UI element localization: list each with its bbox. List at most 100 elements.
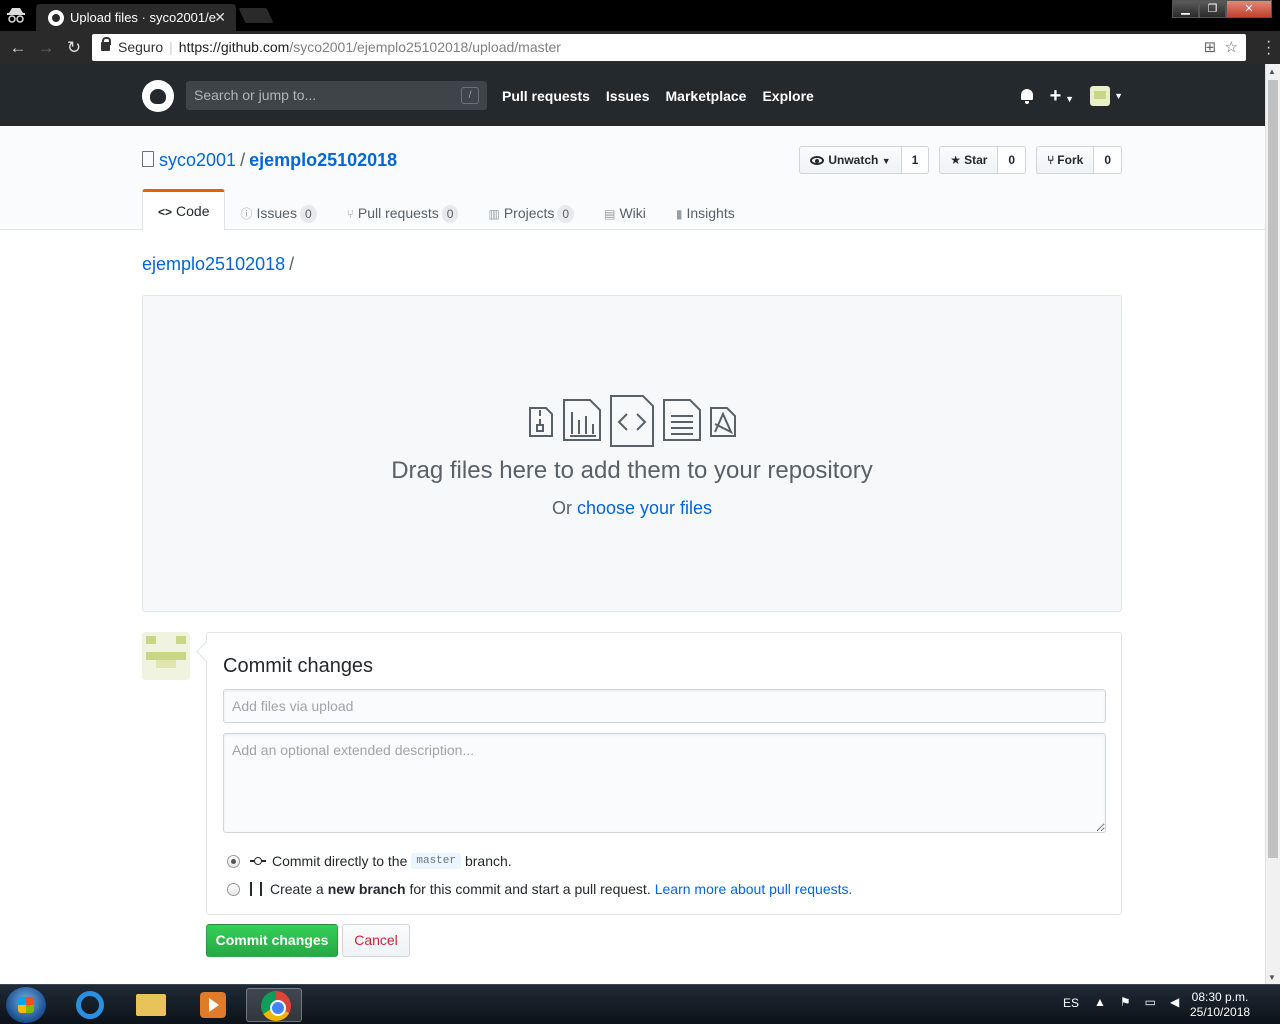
star-button[interactable]: ★ Star [939, 146, 999, 174]
system-clock[interactable]: 08:30 p.m. 25/10/2018 [1190, 990, 1250, 1020]
avatar [142, 632, 190, 680]
repo-name-link[interactable]: ejemplo25102018 [249, 150, 397, 170]
learn-more-pull-requests-link[interactable]: Learn more about pull requests. [655, 881, 853, 897]
new-tab-button[interactable] [238, 8, 274, 23]
commit-form: Commit changes Commit directly to the ma… [206, 632, 1122, 915]
taskbar-media-player[interactable] [184, 988, 240, 1022]
nav-explore[interactable]: Explore [762, 88, 813, 104]
notifications-bell-icon[interactable] [1020, 88, 1034, 104]
nav-issues[interactable]: Issues [606, 88, 650, 104]
window-close-icon[interactable]: ✕ [1226, 0, 1272, 18]
show-hidden-icons-icon[interactable]: ▲ [1094, 995, 1106, 1009]
choose-files-link[interactable]: choose your files [577, 498, 712, 518]
commit-changes-button[interactable]: Commit changes [206, 924, 338, 957]
new-branch-radio[interactable] [227, 882, 240, 896]
issue-opened-icon: ⓘ [240, 207, 253, 221]
minimize-icon[interactable]: ▁ [1172, 0, 1199, 18]
tab-title: Upload files · syco2001/e [70, 10, 216, 25]
internet-explorer-icon [76, 991, 104, 1019]
fork-icon: ⑂ [1047, 153, 1055, 167]
restore-icon[interactable]: ❐ [1199, 0, 1226, 18]
taskbar-internet-explorer[interactable] [62, 988, 118, 1022]
tab-wiki[interactable]: ▤ Wiki [589, 189, 661, 230]
breadcrumb-repo-link[interactable]: ejemplo25102018 [142, 254, 285, 274]
reload-icon[interactable]: ↻ [64, 38, 84, 58]
scroll-down-icon[interactable]: ▼ [1268, 973, 1276, 982]
start-button[interactable] [6, 987, 46, 1023]
commit-direct-option[interactable]: Commit directly to the master branch. [227, 853, 512, 869]
tab-close-icon[interactable]: ✕ [214, 9, 226, 26]
file-pdf-icon [710, 407, 736, 437]
browser-toolbar: ← → ↻ Seguro | https://github.com/syco2001… [0, 31, 1280, 64]
commit-description-textarea[interactable] [223, 733, 1106, 833]
repo-title: syco2001/ejemplo25102018 [142, 150, 397, 171]
system-tray: ▲ ⚑ ▭ ◀ [1094, 995, 1179, 1009]
star-label: Star [964, 153, 988, 167]
scroll-up-icon[interactable]: ▲ [1268, 67, 1276, 76]
tab-wiki-label: Wiki [619, 205, 646, 221]
browser-menu-icon[interactable]: · · · [1266, 34, 1272, 62]
graph-icon: ▮ [675, 207, 683, 221]
chevron-down-icon: ▼ [1065, 93, 1075, 104]
bookmark-star-icon[interactable]: ☆ [1225, 39, 1238, 56]
translate-icon[interactable]: ⊞ [1204, 39, 1217, 56]
tab-insights[interactable]: ▮ Insights [661, 189, 750, 230]
commit-summary-input[interactable] [223, 689, 1106, 723]
tab-issues[interactable]: ⓘ Issues 0 [225, 189, 331, 230]
commit-direct-text: Commit directly to the [272, 853, 408, 869]
page-scrollbar[interactable]: ▲ ▼ [1265, 64, 1280, 984]
action-center-icon[interactable]: ⚑ [1120, 995, 1131, 1009]
pull-requests-counter: 0 [441, 205, 459, 223]
tab-code[interactable]: <> Code [142, 189, 226, 231]
drop-zone-or: Or [551, 498, 572, 518]
project-icon: ▥ [488, 207, 500, 221]
windows-taskbar: ES ▲ ⚑ ▭ ◀ 08:30 p.m. 25/10/2018 [0, 984, 1280, 1024]
create-new-menu[interactable]: + ▼ [1050, 86, 1075, 106]
clock-time: 08:30 p.m. [1191, 990, 1249, 1004]
branch-name: master [411, 853, 461, 869]
scrollbar-thumb[interactable] [1268, 80, 1278, 858]
stars-count[interactable]: 0 [998, 146, 1027, 174]
repo-icon [142, 151, 154, 167]
address-bar[interactable]: Seguro | https://github.com/syco2001/ejemp… [92, 34, 1246, 61]
window-controls: ▁ ❐ ✕ [1172, 0, 1272, 20]
watchers-count[interactable]: 1 [901, 146, 930, 174]
browser-tab[interactable]: Upload files · syco2001/e ✕ [36, 4, 236, 31]
search-input[interactable]: Search or jump to... / [186, 81, 487, 110]
search-shortcut-key: / [461, 87, 479, 104]
new-branch-option[interactable]: Create a new branch for this commit and … [227, 881, 852, 897]
unwatch-button[interactable]: Unwatch ▼ [799, 146, 902, 174]
file-drop-zone[interactable]: Drag files here to add them to your repo… [142, 295, 1122, 612]
tab-insights-label: Insights [686, 205, 735, 221]
header-actions: + ▼ ▼ [1020, 86, 1123, 106]
drop-zone-subtitle: Or choose your files [143, 498, 1121, 519]
cancel-button[interactable]: Cancel [342, 924, 410, 957]
fork-button[interactable]: ⑂ Fork [1036, 146, 1095, 174]
commit-direct-radio[interactable] [227, 854, 240, 868]
github-header: Search or jump to... / Pull requests Iss… [0, 64, 1265, 126]
folder-icon [136, 994, 166, 1016]
volume-muted-icon[interactable]: ◀ [1170, 995, 1179, 1009]
nav-pull-requests[interactable]: Pull requests [502, 88, 590, 104]
drop-zone-title: Drag files here to add them to your repo… [391, 457, 873, 484]
address-bar-icons: ⊞ ☆ [1204, 38, 1238, 56]
repo-owner-link[interactable]: syco2001 [159, 150, 236, 170]
new-branch-bold: new branch [327, 881, 406, 897]
github-logo-icon[interactable] [142, 80, 174, 112]
url-divider: | [169, 39, 173, 55]
language-indicator[interactable]: ES [1063, 996, 1079, 1010]
breadcrumb: ejemplo25102018/ [142, 254, 294, 275]
tab-pull-requests[interactable]: ⑂ Pull requests 0 [332, 189, 474, 230]
user-menu[interactable]: ▼ [1090, 86, 1123, 106]
taskbar-file-explorer[interactable] [122, 988, 178, 1022]
taskbar-chrome[interactable] [246, 988, 302, 1022]
new-branch-suffix: for this commit and start a pull request… [409, 881, 651, 897]
back-icon[interactable]: ← [8, 38, 28, 58]
star-icon: ★ [950, 153, 962, 167]
nav-marketplace[interactable]: Marketplace [666, 88, 747, 104]
forks-count[interactable]: 0 [1094, 146, 1122, 174]
tab-projects[interactable]: ▥ Projects 0 [473, 189, 589, 230]
forward-icon[interactable]: → [36, 38, 56, 58]
network-icon[interactable]: ▭ [1145, 995, 1156, 1009]
chrome-icon [261, 991, 291, 1021]
